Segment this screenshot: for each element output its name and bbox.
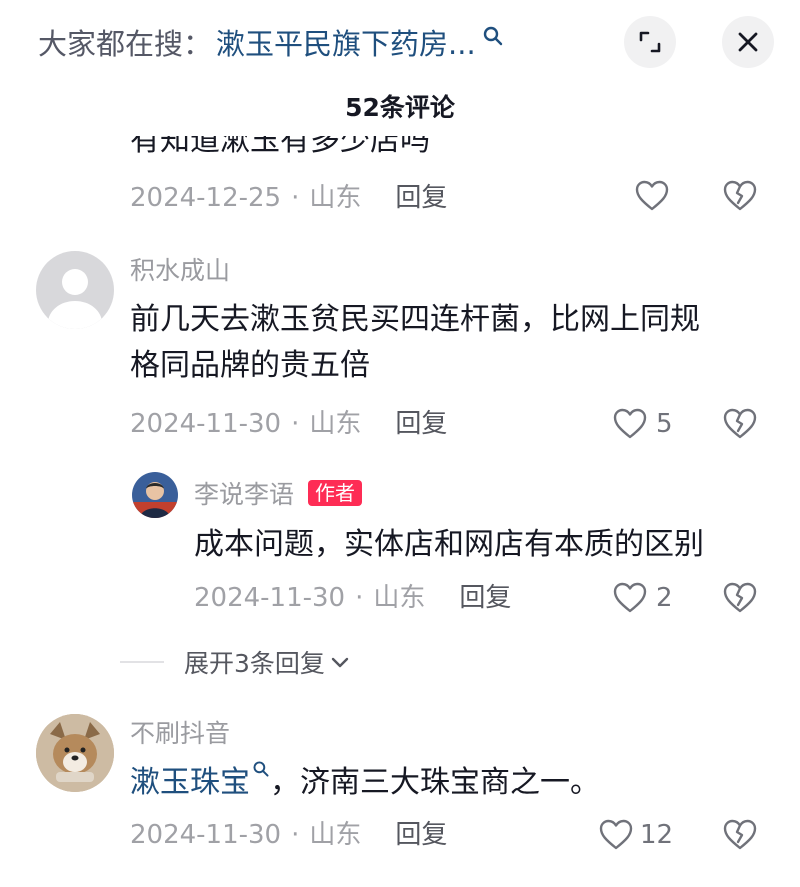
heart-icon bbox=[599, 819, 633, 850]
dislike-button[interactable] bbox=[722, 817, 758, 857]
search-suggestion-prefix: 大家都在搜： bbox=[38, 27, 213, 61]
reply-button[interactable]: 回复 bbox=[395, 182, 447, 214]
comment-date: 2024-11-30 bbox=[194, 583, 346, 613]
clipped-comment-text: 有知道漱玉有多少店吗 bbox=[130, 136, 430, 158]
comment-count-title: 52条评论 bbox=[345, 93, 455, 122]
comment-location: 山东 bbox=[309, 409, 362, 439]
chevron-down-icon bbox=[331, 657, 349, 668]
reply-button[interactable]: 回复 bbox=[395, 408, 447, 440]
comment-text-line: 前几天去漱玉贫民买四连杆菌，比网上同规 bbox=[130, 302, 700, 337]
comment-location: 山东 bbox=[309, 183, 362, 213]
like-button[interactable]: 2 bbox=[612, 580, 673, 616]
comment-meta: 2024-11-30 · 山东 回复 bbox=[130, 408, 447, 440]
dislike-button[interactable] bbox=[722, 178, 758, 218]
search-suggestion-query[interactable]: 漱玉平民旗下药房... bbox=[216, 21, 476, 63]
expand-icon bbox=[639, 31, 661, 53]
search-icon bbox=[483, 26, 502, 46]
comment-location: 山东 bbox=[373, 583, 426, 613]
expand-replies-button[interactable]: 展开3条回复 bbox=[120, 644, 351, 680]
search-icon bbox=[253, 761, 269, 777]
dog-avatar-image bbox=[36, 714, 114, 792]
comment-meta: 2024-12-25 · 山东 回复 bbox=[130, 182, 447, 214]
reply-username-row: 李说李语 作者 bbox=[194, 480, 362, 510]
comment-username[interactable]: 不刷抖音 bbox=[130, 719, 230, 749]
avatar[interactable] bbox=[36, 251, 114, 329]
like-count: 2 bbox=[656, 583, 673, 613]
comment-location: 山东 bbox=[309, 820, 362, 850]
like-button[interactable] bbox=[634, 178, 670, 214]
heart-icon bbox=[613, 582, 647, 613]
broken-heart-icon bbox=[723, 408, 757, 439]
comment-text-rest: ，济南三大珠宝商之一。 bbox=[270, 765, 600, 800]
reply-text: 成本问题，实体店和网店有本质的区别 bbox=[194, 527, 704, 562]
broken-heart-icon bbox=[723, 819, 757, 850]
meta-separator: · bbox=[291, 820, 300, 850]
reply-button[interactable]: 回复 bbox=[459, 582, 511, 614]
reply-button[interactable]: 回复 bbox=[395, 819, 447, 851]
like-button[interactable]: 12 bbox=[598, 817, 673, 853]
search-suggestion-bar[interactable]: 大家都在搜： 漱玉平民旗下药房... bbox=[38, 22, 504, 62]
like-button[interactable]: 5 bbox=[612, 406, 673, 442]
broken-heart-icon bbox=[723, 582, 757, 613]
heart-icon bbox=[613, 408, 647, 439]
meta-separator: · bbox=[291, 183, 300, 213]
close-button[interactable] bbox=[722, 16, 774, 68]
comment-meta: 2024-11-30 · 山东 回复 bbox=[194, 582, 511, 614]
close-icon bbox=[738, 32, 758, 52]
comment-username[interactable]: 积水成山 bbox=[130, 256, 230, 286]
dislike-button[interactable] bbox=[722, 406, 758, 446]
default-avatar-icon bbox=[48, 269, 102, 329]
comment-meta: 2024-11-30 · 山东 回复 bbox=[130, 819, 447, 851]
reply-username[interactable]: 李说李语 bbox=[194, 480, 294, 509]
like-count: 12 bbox=[640, 820, 674, 850]
comment-date: 2024-11-30 bbox=[130, 820, 282, 850]
dislike-button[interactable] bbox=[722, 580, 758, 620]
like-count: 5 bbox=[656, 409, 673, 439]
comment-text-line: 格同品牌的贵五倍 bbox=[130, 348, 370, 383]
comment-text: 漱玉珠宝 ，济南三大珠宝商之一。 bbox=[130, 760, 770, 806]
comment-date: 2024-11-30 bbox=[130, 409, 282, 439]
author-badge: 作者 bbox=[307, 480, 362, 506]
meta-separator: · bbox=[355, 583, 364, 613]
heart-icon bbox=[635, 180, 669, 211]
avatar[interactable] bbox=[132, 472, 178, 518]
divider bbox=[120, 661, 164, 663]
meta-separator: · bbox=[291, 409, 300, 439]
broken-heart-icon bbox=[723, 180, 757, 211]
expand-replies-label: 展开3条回复 bbox=[184, 649, 325, 678]
comment-text: 前几天去漱玉贫民买四连杆菌，比网上同规 格同品牌的贵五倍 bbox=[130, 297, 770, 389]
avatar[interactable] bbox=[36, 714, 114, 792]
author-avatar-image bbox=[132, 482, 178, 518]
expand-button[interactable] bbox=[624, 16, 676, 68]
comment-search-link[interactable]: 漱玉珠宝 bbox=[130, 765, 250, 800]
comment-date: 2024-12-25 bbox=[130, 183, 282, 213]
